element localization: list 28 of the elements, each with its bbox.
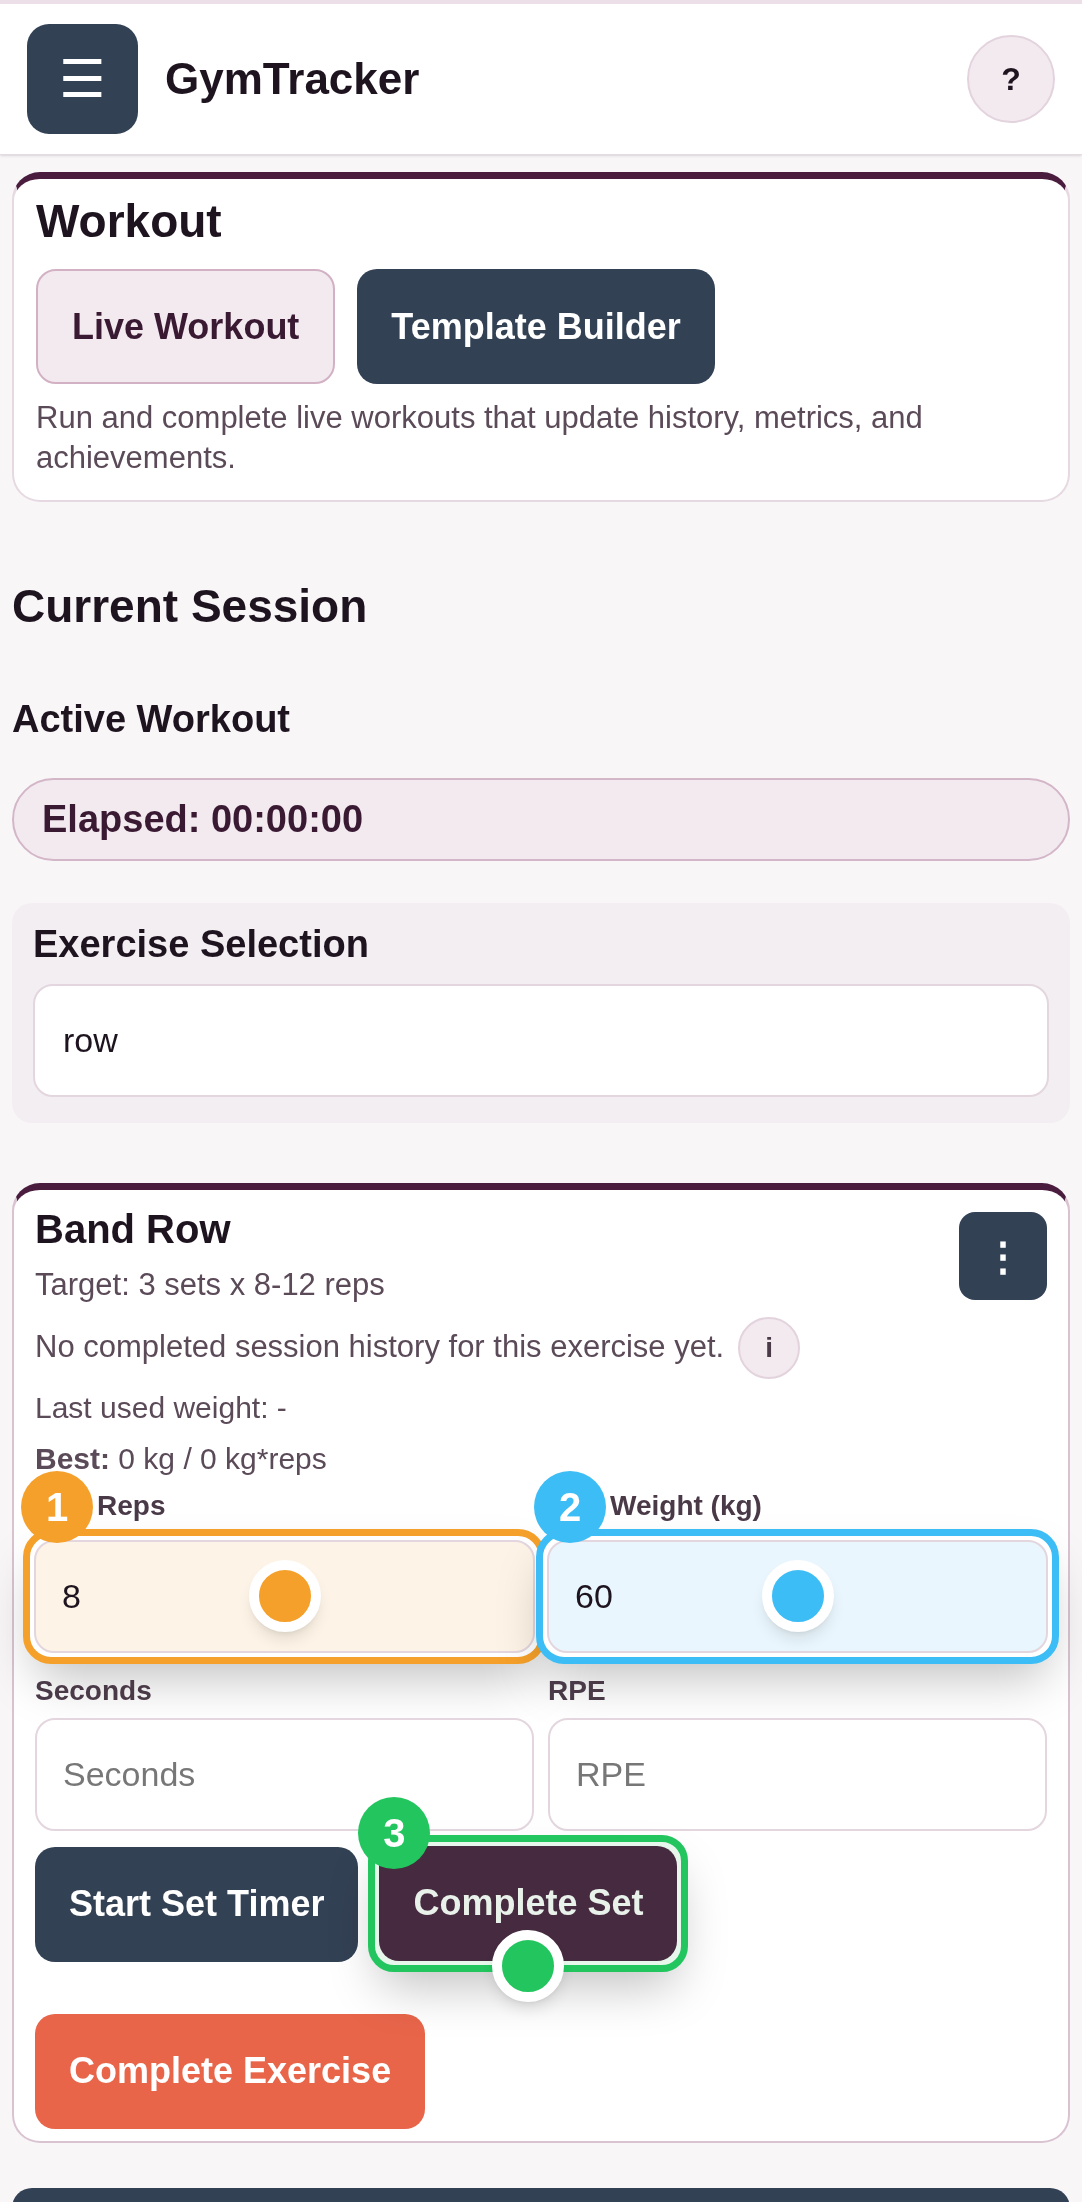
section-heading: Current Session xyxy=(12,579,369,634)
action-button[interactable]: Start Set Timer xyxy=(35,1846,359,1962)
elapsed-timer: Elapsed: 00:00:00 xyxy=(12,778,1070,861)
exercise-search-field[interactable]: row xyxy=(33,984,1049,1097)
more-options-button[interactable]: ⋮ xyxy=(959,1212,1047,1300)
section-subheading: Active Workout xyxy=(12,697,291,742)
field-label: Reps xyxy=(97,1488,166,1523)
app-title: GymTracker xyxy=(165,53,420,105)
card-title: Workout xyxy=(36,194,223,249)
mode-tab[interactable]: Live Workout xyxy=(36,269,336,384)
step-badge: 2 xyxy=(534,1470,606,1543)
field-label: Seconds xyxy=(35,1673,152,1708)
info-button[interactable]: i xyxy=(738,1316,801,1379)
number-field[interactable]: RPE xyxy=(548,1717,1047,1831)
panel-title: Exercise Selection xyxy=(33,922,370,967)
exercise-name: Band Row xyxy=(35,1206,232,1253)
help-button[interactable]: ? xyxy=(967,35,1055,123)
last-used-weight: Last used weight: - xyxy=(35,1389,288,1426)
mode-tab[interactable]: Template Builder xyxy=(357,269,715,384)
description-text: Run and complete live workouts that update history, metrics, and achievements. xyxy=(36,399,924,477)
field-label: RPE xyxy=(548,1673,606,1708)
number-field[interactable]: 8 xyxy=(34,1539,535,1653)
field-label: Weight (kg) xyxy=(610,1488,762,1523)
step-badge: 1 xyxy=(21,1470,93,1543)
target-text: Target: 3 sets x 8-12 reps xyxy=(35,1266,386,1304)
menu-button[interactable]: ☰ xyxy=(27,24,138,134)
number-field[interactable]: 60 xyxy=(547,1539,1048,1653)
history-note: No completed session history for this exercise yet. xyxy=(35,1328,725,1367)
